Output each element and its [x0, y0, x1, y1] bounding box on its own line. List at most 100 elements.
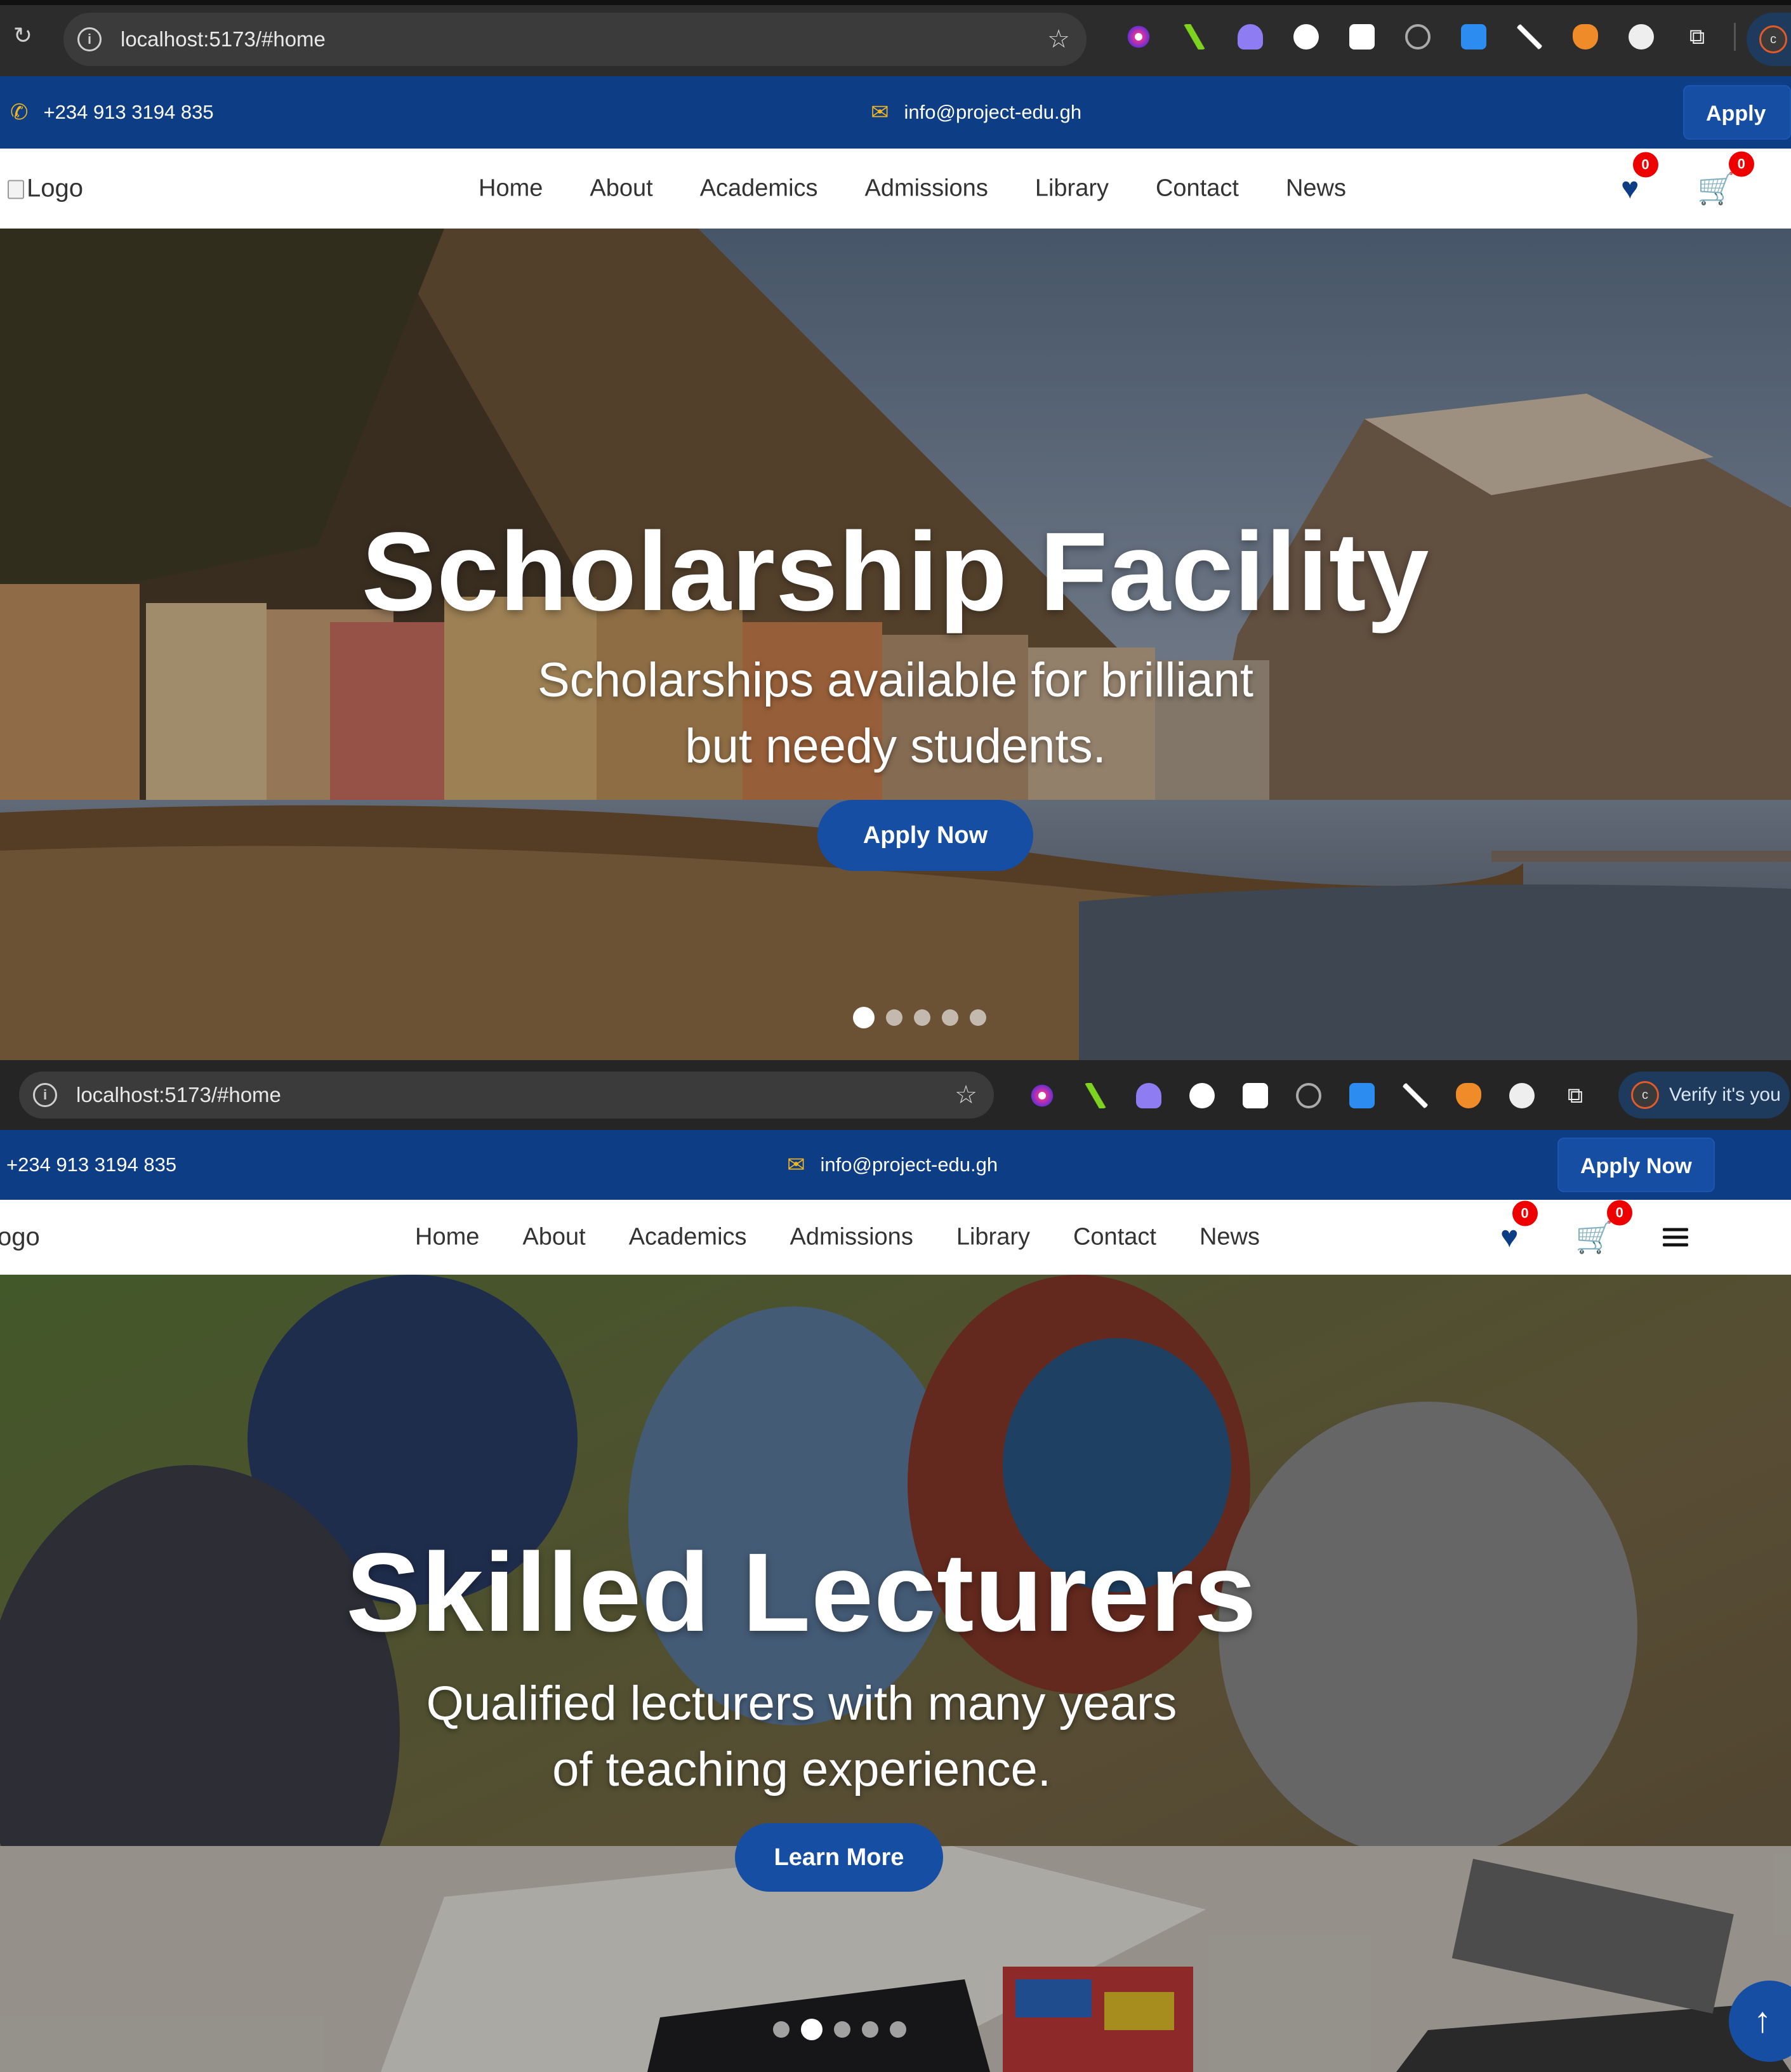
arrow-up-icon: ↑ [1754, 2000, 1771, 2040]
verify-label: Verify it's you [1669, 1084, 1781, 1105]
color-picker-icon[interactable] [1015, 1082, 1069, 1110]
hero-subtitle-line: Qualified lecturers with many years [426, 1677, 1177, 1730]
email-address: info@project-edu.gh [820, 1153, 998, 1176]
address-bar[interactable]: i localhost:5173/#home ☆ [19, 1072, 994, 1119]
site-logo[interactable]: Logo [8, 175, 83, 203]
bookmark-star-icon[interactable]: ☆ [955, 1080, 977, 1110]
avatar: c [1631, 1081, 1659, 1109]
target-extension-icon[interactable] [1282, 1082, 1335, 1110]
color-picker-icon[interactable] [1111, 23, 1166, 51]
fox-extension-icon[interactable] [1557, 23, 1613, 51]
mail-icon: ✉ [871, 100, 889, 124]
chart-extension-icon[interactable] [1166, 23, 1222, 51]
circle-extension-icon[interactable] [1613, 23, 1669, 51]
contact-email[interactable]: ✉ info@project-edu.gh [871, 100, 1081, 125]
nav-academics[interactable]: Academics [700, 175, 818, 203]
wand-extension-icon[interactable] [1334, 23, 1390, 51]
wishlist-count-badge: 0 [1632, 152, 1658, 178]
hero-apply-now-button[interactable]: Apply Now [817, 800, 1033, 871]
dots-extension-icon[interactable] [1278, 23, 1334, 51]
puzzle-icon[interactable]: ⧉ [1549, 1082, 1602, 1110]
nav-about[interactable]: About [590, 175, 652, 203]
screenshot-second: i localhost:5173/#home ☆ ⧉ c Verify it's… [0, 1060, 1791, 2072]
menu-toggle-icon[interactable] [1663, 1224, 1688, 1251]
hero-subtitle-line: of teaching experience. [552, 1743, 1051, 1796]
hero-subtitle: Qualified lecturers with many years of t… [0, 1671, 1697, 1803]
nav-home[interactable]: Home [415, 1224, 479, 1251]
hero-slide-lecturers: Skilled Lecturers Qualified lecturers wi… [0, 1275, 1791, 2072]
carousel-dot[interactable] [773, 2021, 790, 2038]
cart-button[interactable]: 🛒 0 [1575, 1200, 1632, 1256]
nav-contact[interactable]: Contact [1156, 175, 1239, 203]
nav-home[interactable]: Home [479, 175, 543, 203]
ghost-extension-icon[interactable] [1222, 23, 1278, 51]
fox-extension-icon[interactable] [1442, 1082, 1495, 1110]
nav-news[interactable]: News [1200, 1224, 1260, 1251]
extensions-toolbar: ⧉ [1015, 1082, 1602, 1110]
site-info-icon[interactable]: i [33, 1083, 57, 1107]
site-info-icon[interactable]: i [77, 27, 102, 51]
avatar: c [1759, 25, 1787, 53]
carousel-dot[interactable] [890, 2021, 906, 2038]
carousel-dot[interactable] [914, 1009, 930, 1026]
hero-subtitle: Scholarships available for brilliant but… [0, 648, 1791, 780]
hero-slide-scholarship: Scholarship Facility Scholarships availa… [0, 229, 1791, 1060]
carousel-dot[interactable] [834, 2021, 850, 2038]
contact-bar: +234 913 3194 835 ✉ info@project-edu.gh … [0, 1130, 1791, 1200]
contact-email[interactable]: ✉ info@project-edu.gh [787, 1152, 998, 1178]
cart-button[interactable]: 🛒 0 [1697, 151, 1754, 207]
target-extension-icon[interactable] [1390, 23, 1446, 51]
dots-extension-icon[interactable] [1175, 1082, 1229, 1110]
carousel-dot[interactable] [970, 1009, 986, 1026]
download-extension-icon[interactable] [1335, 1082, 1389, 1110]
download-extension-icon[interactable] [1446, 23, 1502, 51]
contact-phone[interactable]: ✆ +234 913 3194 835 [10, 100, 214, 125]
nav-about[interactable]: About [522, 1224, 585, 1251]
main-navbar: Logo Home About Academics Admissions Lib… [0, 149, 1791, 229]
url-text[interactable]: localhost:5173/#home [76, 1083, 281, 1107]
circle-extension-icon[interactable] [1495, 1082, 1549, 1110]
cart-count-badge: 0 [1606, 1200, 1632, 1226]
nav-library[interactable]: Library [1035, 175, 1109, 203]
nav-admissions[interactable]: Admissions [790, 1224, 913, 1251]
pen-extension-icon[interactable] [1502, 23, 1557, 51]
broken-image-icon [8, 180, 24, 199]
carousel-dot[interactable] [862, 2021, 878, 2038]
apply-now-button[interactable]: Apply N [1683, 85, 1791, 180]
pen-extension-icon[interactable] [1389, 1082, 1442, 1110]
url-text[interactable]: localhost:5173/#home [121, 27, 326, 51]
apply-now-button[interactable]: Apply Now [1557, 1138, 1715, 1192]
contact-phone[interactable]: +234 913 3194 835 [6, 1153, 176, 1176]
nav-academics[interactable]: Academics [629, 1224, 747, 1251]
main-navbar: ogo Home About Academics Admissions Libr… [0, 1200, 1791, 1275]
chart-extension-icon[interactable] [1069, 1082, 1122, 1110]
wishlist-button[interactable]: ♥ 0 [1500, 1200, 1538, 1255]
carousel-dots [773, 2019, 906, 2040]
address-bar[interactable]: i localhost:5173/#home ☆ [63, 13, 1087, 66]
toolbar-divider [1734, 23, 1736, 51]
phone-icon: ✆ [10, 100, 29, 124]
nav-admissions[interactable]: Admissions [865, 175, 988, 203]
profile-button[interactable]: c [1747, 13, 1791, 66]
ghost-extension-icon[interactable] [1122, 1082, 1175, 1110]
carousel-dot[interactable] [942, 1009, 958, 1026]
carousel-dot[interactable] [886, 1009, 902, 1026]
site-logo[interactable]: ogo [0, 1223, 40, 1252]
wand-extension-icon[interactable] [1229, 1082, 1282, 1110]
bookmark-star-icon[interactable]: ☆ [1047, 25, 1070, 54]
contact-bar: ✆ +234 913 3194 835 ✉ info@project-edu.g… [0, 76, 1791, 180]
nav-menu: Home About Academics Admissions Library … [479, 175, 1346, 203]
puzzle-icon[interactable]: ⧉ [1669, 23, 1725, 51]
cart-icon: 🛒 [1575, 1221, 1613, 1255]
phone-number: +234 913 3194 835 [6, 1153, 177, 1176]
hero-learn-more-button[interactable]: Learn More [735, 1823, 943, 1892]
nav-news[interactable]: News [1286, 175, 1346, 203]
carousel-dot[interactable] [801, 2019, 823, 2040]
carousel-dot[interactable] [853, 1007, 875, 1028]
wishlist-button[interactable]: ♥ 0 [1621, 152, 1658, 206]
nav-contact[interactable]: Contact [1073, 1224, 1156, 1251]
logo-alt-text: Logo [27, 174, 83, 203]
nav-library[interactable]: Library [956, 1224, 1030, 1251]
reload-icon[interactable]: ↻ [10, 23, 36, 48]
verify-profile-button[interactable]: c Verify it's you [1618, 1072, 1790, 1119]
